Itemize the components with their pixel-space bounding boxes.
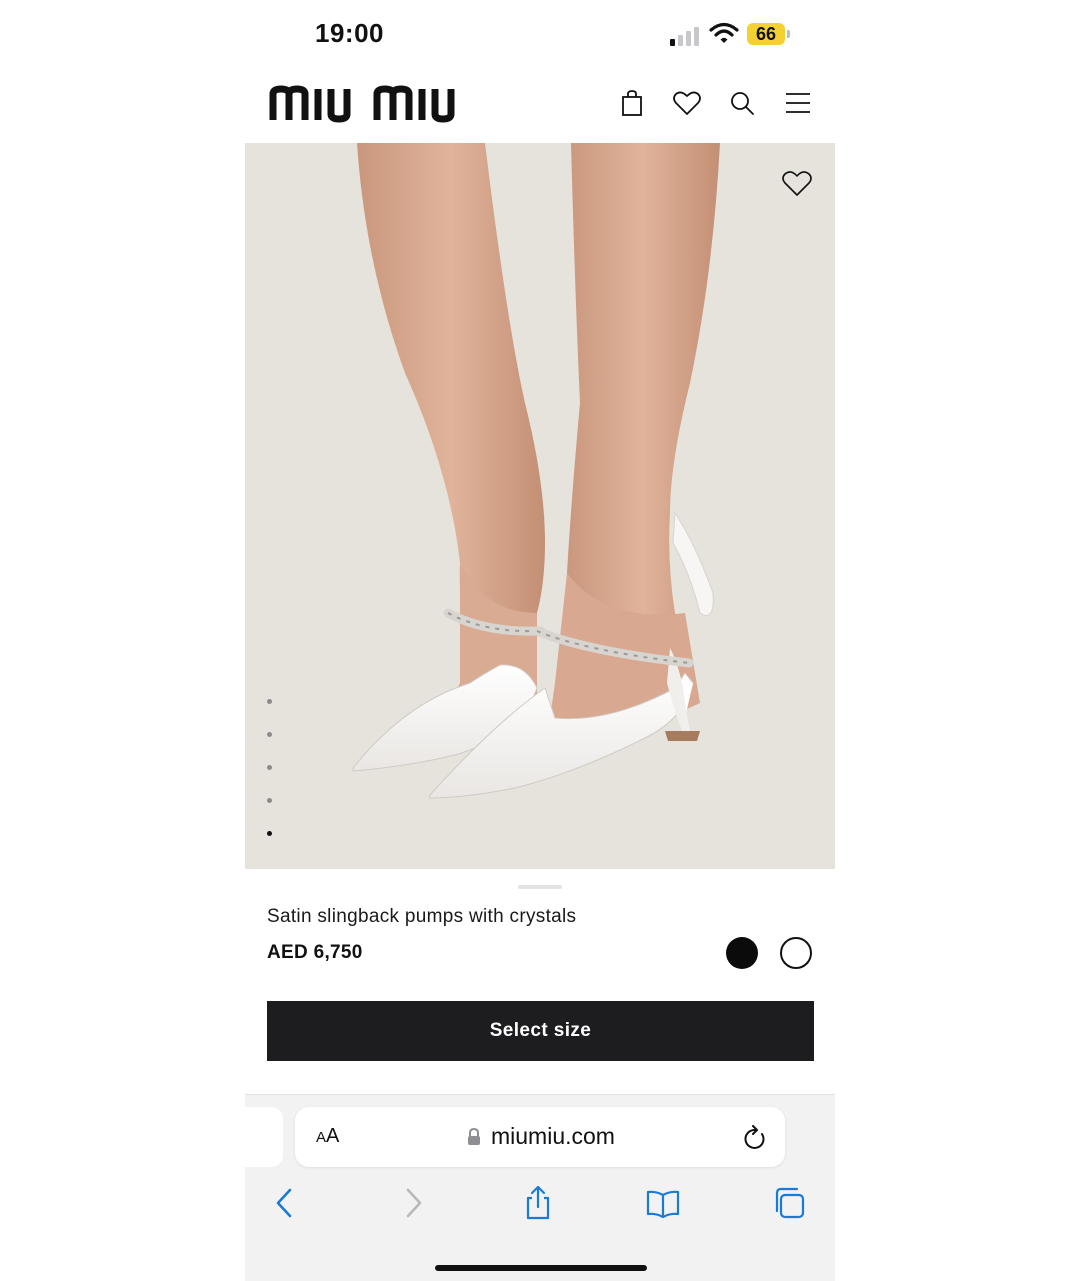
bookmarks-icon[interactable] xyxy=(645,1185,681,1221)
lock-icon xyxy=(468,1128,480,1145)
color-swatch-black[interactable] xyxy=(726,937,758,969)
address-bar[interactable]: AA miumiu.com xyxy=(295,1107,785,1167)
shopping-bag-icon[interactable] xyxy=(617,88,647,118)
carousel-dot[interactable] xyxy=(267,732,272,737)
reload-icon[interactable] xyxy=(743,1125,767,1151)
text-size-button[interactable]: AA xyxy=(316,1125,339,1148)
back-icon[interactable] xyxy=(267,1185,303,1221)
url-domain: miumiu.com xyxy=(491,1123,615,1149)
carousel-dot[interactable] xyxy=(267,765,272,770)
wishlist-heart-icon[interactable] xyxy=(672,88,702,118)
browser-toolbar: AA miumiu.com xyxy=(245,1094,835,1281)
carousel-pagination[interactable] xyxy=(267,699,275,864)
previous-tab-preview[interactable] xyxy=(245,1107,283,1167)
carousel-dot-active[interactable] xyxy=(267,831,272,836)
product-image-carousel[interactable] xyxy=(245,143,835,869)
battery-indicator: 66 xyxy=(747,23,785,45)
cellular-signal-icon xyxy=(670,26,700,46)
select-size-button[interactable]: Select size xyxy=(267,1001,814,1061)
wifi-icon xyxy=(709,22,739,43)
phone-screen: 19:00 66 Satin slingback pumps with crys… xyxy=(245,0,835,1281)
product-title: Satin slingback pumps with crystals xyxy=(267,906,577,927)
search-icon[interactable] xyxy=(727,88,757,118)
share-icon[interactable] xyxy=(520,1185,556,1221)
color-swatch-white[interactable] xyxy=(780,937,812,969)
home-indicator[interactable] xyxy=(435,1265,647,1271)
sheet-drag-handle[interactable] xyxy=(518,885,562,889)
menu-icon[interactable] xyxy=(783,88,813,118)
battery-cap xyxy=(787,30,790,38)
product-photo xyxy=(352,143,720,799)
favorite-heart-icon[interactable] xyxy=(781,169,813,197)
tabs-icon[interactable] xyxy=(771,1185,807,1221)
carousel-dot[interactable] xyxy=(267,798,272,803)
forward-icon[interactable] xyxy=(395,1185,431,1221)
product-price: AED 6,750 xyxy=(267,942,363,963)
miu-miu-logo[interactable] xyxy=(269,84,475,124)
carousel-dot[interactable] xyxy=(267,699,272,704)
status-time: 19:00 xyxy=(315,18,384,48)
